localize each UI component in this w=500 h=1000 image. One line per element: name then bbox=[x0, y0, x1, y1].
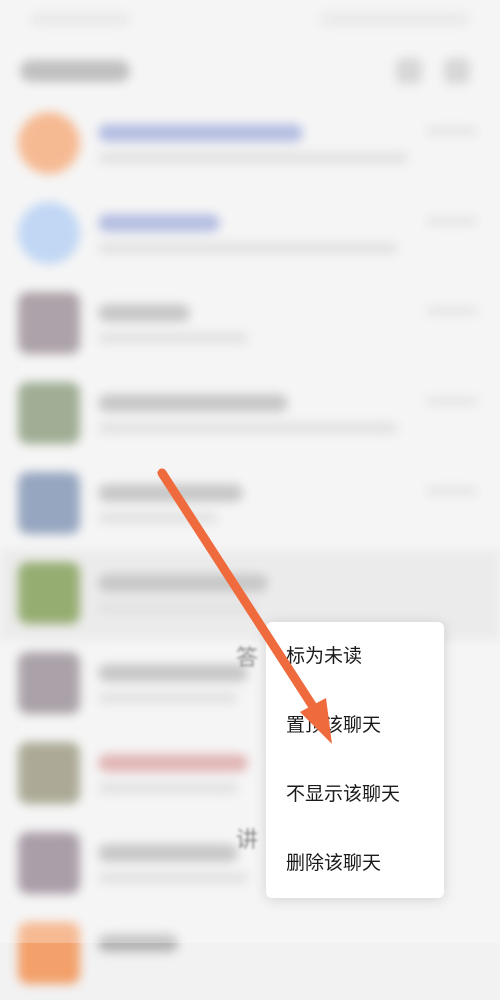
pin-chat-menu-item[interactable]: 置顶该聊天 bbox=[266, 691, 444, 760]
delete-chat-menu-item[interactable]: 删除该聊天 bbox=[266, 829, 444, 898]
chat-context-menu: 标为未读 置顶该聊天 不显示该聊天 删除该聊天 bbox=[266, 622, 444, 898]
background-text-fragment: 讲 bbox=[236, 828, 259, 853]
background-text-fragment: 答 bbox=[236, 646, 259, 671]
hide-chat-menu-item[interactable]: 不显示该聊天 bbox=[266, 760, 444, 829]
mark-unread-menu-item[interactable]: 标为未读 bbox=[266, 622, 444, 691]
